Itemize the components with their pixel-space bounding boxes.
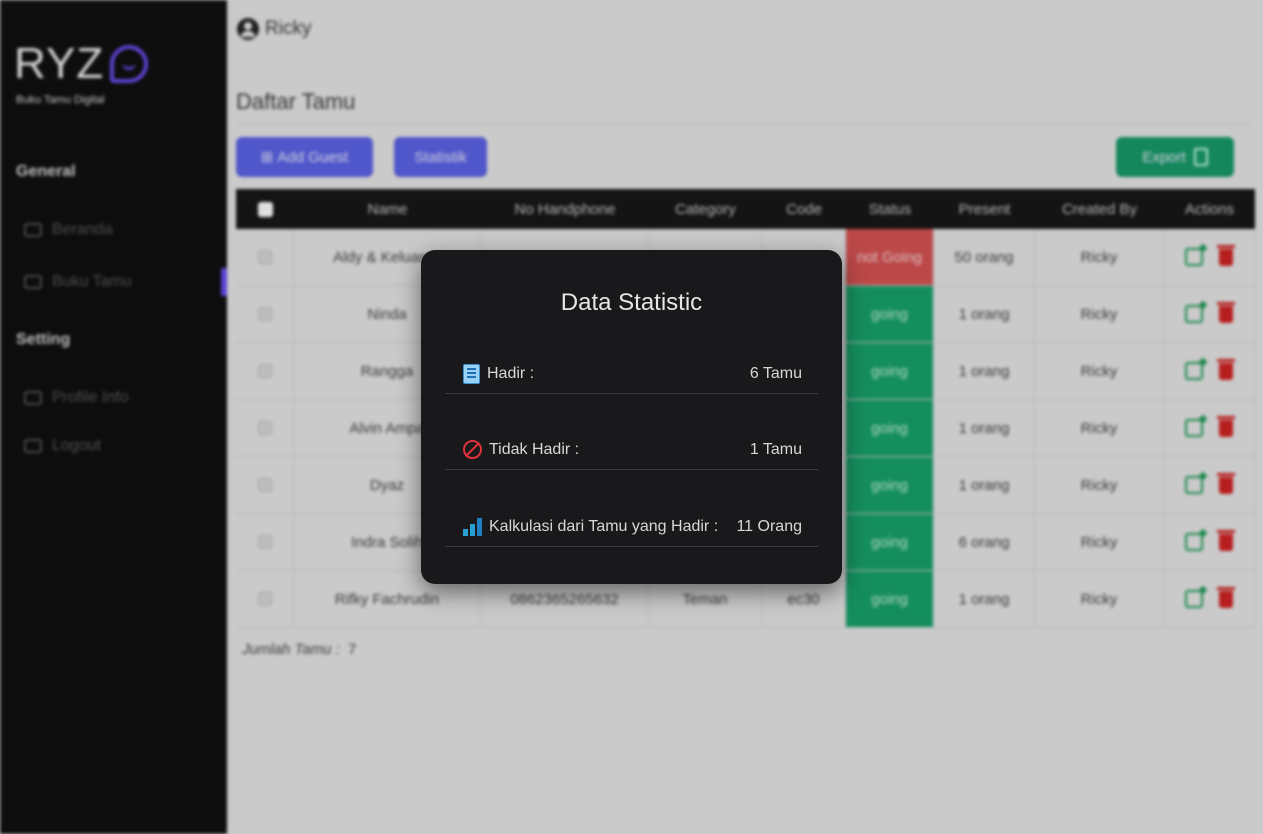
stat-label: Tidak Hadir : [489, 440, 580, 458]
stat-value: 11 Orang [736, 517, 802, 535]
list-icon [463, 363, 480, 384]
stat-label: Hadir : [487, 364, 535, 382]
statistic-modal: Data Statistic Hadir : 6 Tamu Tidak Hadi… [421, 250, 842, 584]
stat-row-hadir: Hadir : 6 Tamu [445, 354, 818, 394]
stat-value: 1 Tamu [749, 440, 802, 458]
stat-row-kalkulasi: Kalkulasi dari Tamu yang Hadir : 11 Oran… [445, 507, 818, 547]
bar-chart-icon [463, 517, 482, 536]
stat-value: 6 Tamu [749, 364, 802, 382]
modal-title: Data Statistic [560, 289, 703, 316]
stat-row-tidak-hadir: Tidak Hadir : 1 Tamu [445, 430, 818, 470]
prohibited-icon [463, 440, 482, 459]
stat-label: Kalkulasi dari Tamu yang Hadir : [489, 517, 719, 535]
